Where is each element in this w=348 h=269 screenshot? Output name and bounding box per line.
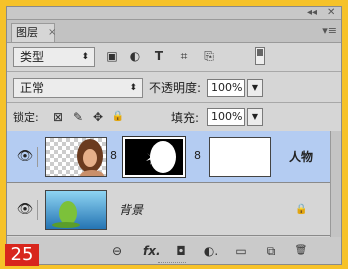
layer-thumbnail[interactable] (45, 190, 107, 230)
lock-row: 锁定: ⊠ ✎ ✥ 🔒 填充: 100% ▼ (7, 104, 341, 130)
panel-menu-icon[interactable]: ▾≡ (322, 24, 337, 37)
image-filter-icon[interactable]: ▣ (105, 49, 119, 63)
link-icon[interactable]: 8 (110, 149, 117, 162)
mask-shape (146, 141, 176, 173)
tab-label: 图层 (16, 26, 38, 39)
divider (7, 71, 341, 72)
visibility-eye-icon[interactable]: 👁 (13, 200, 38, 220)
blend-mode-value: 正常 (20, 81, 45, 95)
layer-kind-value: 类型 (20, 50, 45, 64)
layer-lock-icon: 🔒 (295, 204, 308, 215)
portrait-image (77, 139, 104, 176)
adjustment-layer-icon[interactable]: ◐. (203, 244, 219, 258)
new-layer-icon[interactable]: ⧉ (263, 244, 279, 258)
blend-row: 正常 ⬍ 不透明度: 100% ▼ (7, 73, 341, 101)
opacity-dropdown-button[interactable]: ▼ (247, 79, 263, 97)
tab-close-icon[interactable]: × (48, 24, 56, 42)
smart-object-filter-icon[interactable]: ⎘ (202, 49, 216, 63)
adjustment-filter-icon[interactable]: ◐ (128, 49, 142, 63)
link-icon[interactable]: 8 (194, 149, 201, 162)
panel-title-bar: ◂◂ ✕ (7, 7, 341, 20)
vector-mask-thumbnail[interactable] (209, 137, 271, 177)
type-filter-icon[interactable]: T (152, 49, 166, 63)
panel-bottom-bar: ⊖ fx. ◘ ◐. ▭ ⧉ 🗑 (7, 237, 341, 264)
layer-name[interactable]: 人物 (289, 150, 313, 164)
select-arrow-icon: ⬍ (81, 52, 89, 62)
tab-layers[interactable]: 图层 × (11, 23, 56, 42)
select-arrow-icon: ⬍ (129, 83, 137, 93)
divider (7, 102, 341, 103)
lock-transparent-pixels-icon[interactable]: ⊠ (51, 110, 65, 124)
filter-row: 类型 ⬍ ▣ ◐ T ⌗ ⎘ (7, 43, 341, 71)
new-group-icon[interactable]: ▭ (233, 244, 249, 258)
visibility-eye-icon[interactable]: 👁 (13, 147, 38, 167)
add-mask-icon[interactable]: ◘ (173, 244, 189, 258)
lock-label: 锁定: (13, 111, 39, 124)
layer-thumbnail[interactable] (45, 137, 107, 177)
layer-row-background[interactable]: 👁 背景 🔒 (7, 184, 341, 236)
tab-row: 图层 × ▾≡ (7, 20, 341, 43)
lock-all-icon[interactable]: 🔒 (111, 110, 125, 124)
layers-scrollbar[interactable] (330, 131, 341, 237)
opacity-label: 不透明度: (149, 81, 202, 95)
layer-name[interactable]: 背景 (119, 203, 143, 217)
shape-filter-icon[interactable]: ⌗ (177, 49, 191, 63)
layer-kind-select[interactable]: 类型 ⬍ (13, 47, 95, 67)
close-icon[interactable]: ✕ (327, 7, 335, 18)
layer-mask-thumbnail[interactable] (122, 136, 186, 178)
fill-dropdown-button[interactable]: ▼ (247, 108, 263, 126)
fill-input[interactable]: 100% (207, 108, 245, 126)
resize-grip[interactable] (158, 262, 186, 266)
lock-position-icon[interactable]: ✥ (91, 110, 105, 124)
delete-layer-icon[interactable]: 🗑 (293, 244, 309, 258)
collapse-icon[interactable]: ◂◂ (307, 7, 317, 18)
layer-row-person[interactable]: 👁 8 8 人物 (7, 131, 341, 183)
layers-panel: ◂◂ ✕ 图层 × ▾≡ 类型 ⬍ ▣ ◐ T ⌗ ⎘ 正常 ⬍ 不透明度: 1… (6, 6, 342, 265)
step-number-badge: 25 (5, 244, 39, 266)
layer-style-icon[interactable]: fx. (143, 244, 161, 258)
link-layers-icon[interactable]: ⊖ (109, 244, 125, 258)
screenshot-frame: ◂◂ ✕ 图层 × ▾≡ 类型 ⬍ ▣ ◐ T ⌗ ⎘ 正常 ⬍ 不透明度: 1… (0, 0, 348, 269)
opacity-input[interactable]: 100% (207, 79, 245, 97)
filter-toggle[interactable] (255, 47, 265, 65)
green-leaf-image (46, 191, 106, 229)
lock-image-pixels-icon[interactable]: ✎ (71, 110, 85, 124)
fill-label: 填充: (171, 111, 200, 125)
blend-mode-select[interactable]: 正常 ⬍ (13, 78, 143, 98)
